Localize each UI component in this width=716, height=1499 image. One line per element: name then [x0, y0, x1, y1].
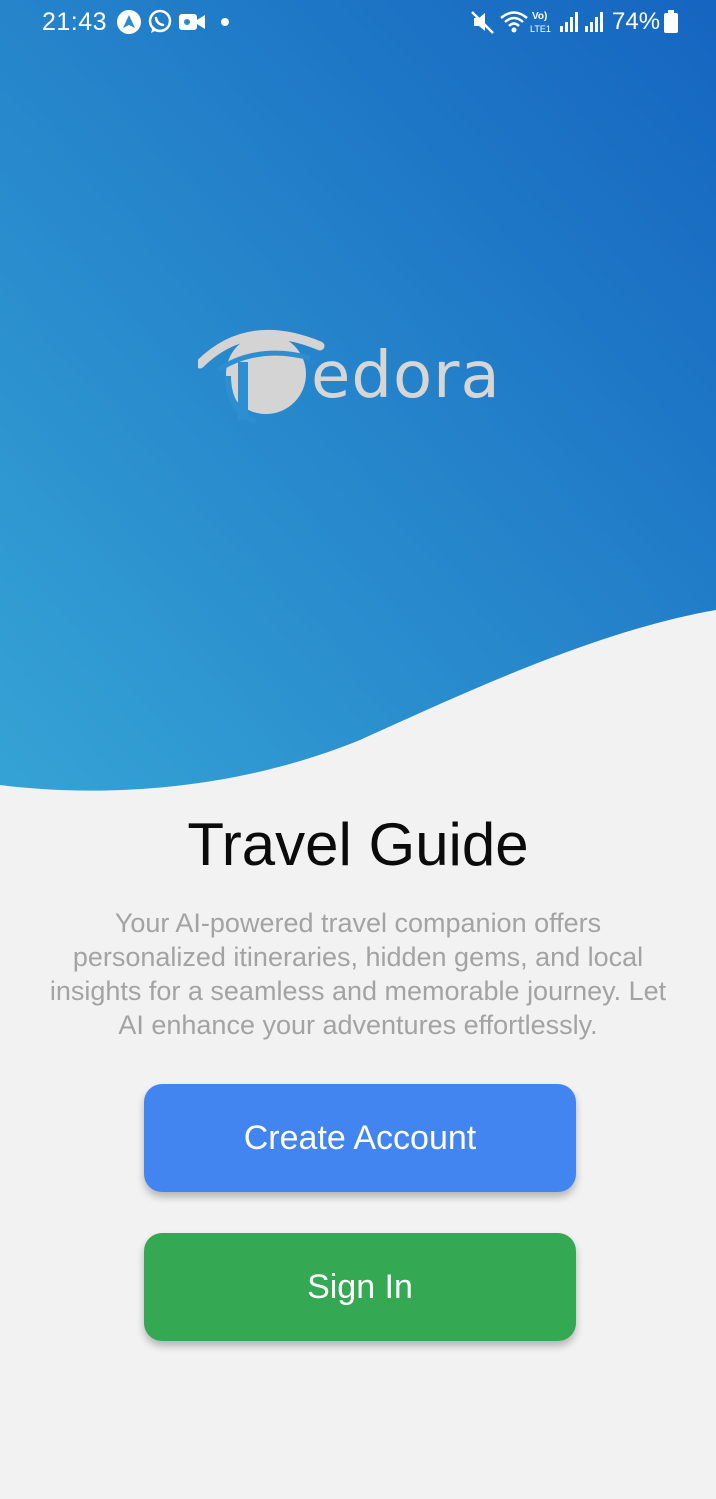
signal-icon	[583, 9, 605, 40]
globe-logo-icon	[198, 330, 325, 425]
svg-text:Vo): Vo)	[532, 11, 547, 22]
create-account-button[interactable]: Create Account	[144, 1084, 576, 1192]
svg-text:LTE1: LTE1	[530, 24, 551, 34]
app-logo: edora	[198, 318, 508, 428]
video-call-icon	[178, 9, 206, 40]
battery-percent: 74%	[612, 8, 661, 35]
volte-icon: Vo) LTE1	[530, 8, 556, 41]
logo-wordmark: edora	[311, 339, 501, 413]
sign-in-button[interactable]: Sign In	[144, 1233, 576, 1341]
notification-dot-icon	[221, 18, 229, 26]
whatsapp-icon	[147, 9, 173, 40]
battery-icon	[663, 9, 679, 40]
navigation-icon	[116, 9, 142, 40]
page-title: Travel Guide	[187, 811, 529, 878]
wifi-icon	[499, 9, 529, 40]
mute-icon	[471, 9, 495, 40]
signal-icon	[558, 9, 580, 40]
app-description: Your AI-powered travel companion offers …	[49, 908, 667, 1040]
status-bar: 21:43 Vo) LTE1 74%	[0, 0, 716, 46]
status-time: 21:43	[42, 8, 108, 36]
